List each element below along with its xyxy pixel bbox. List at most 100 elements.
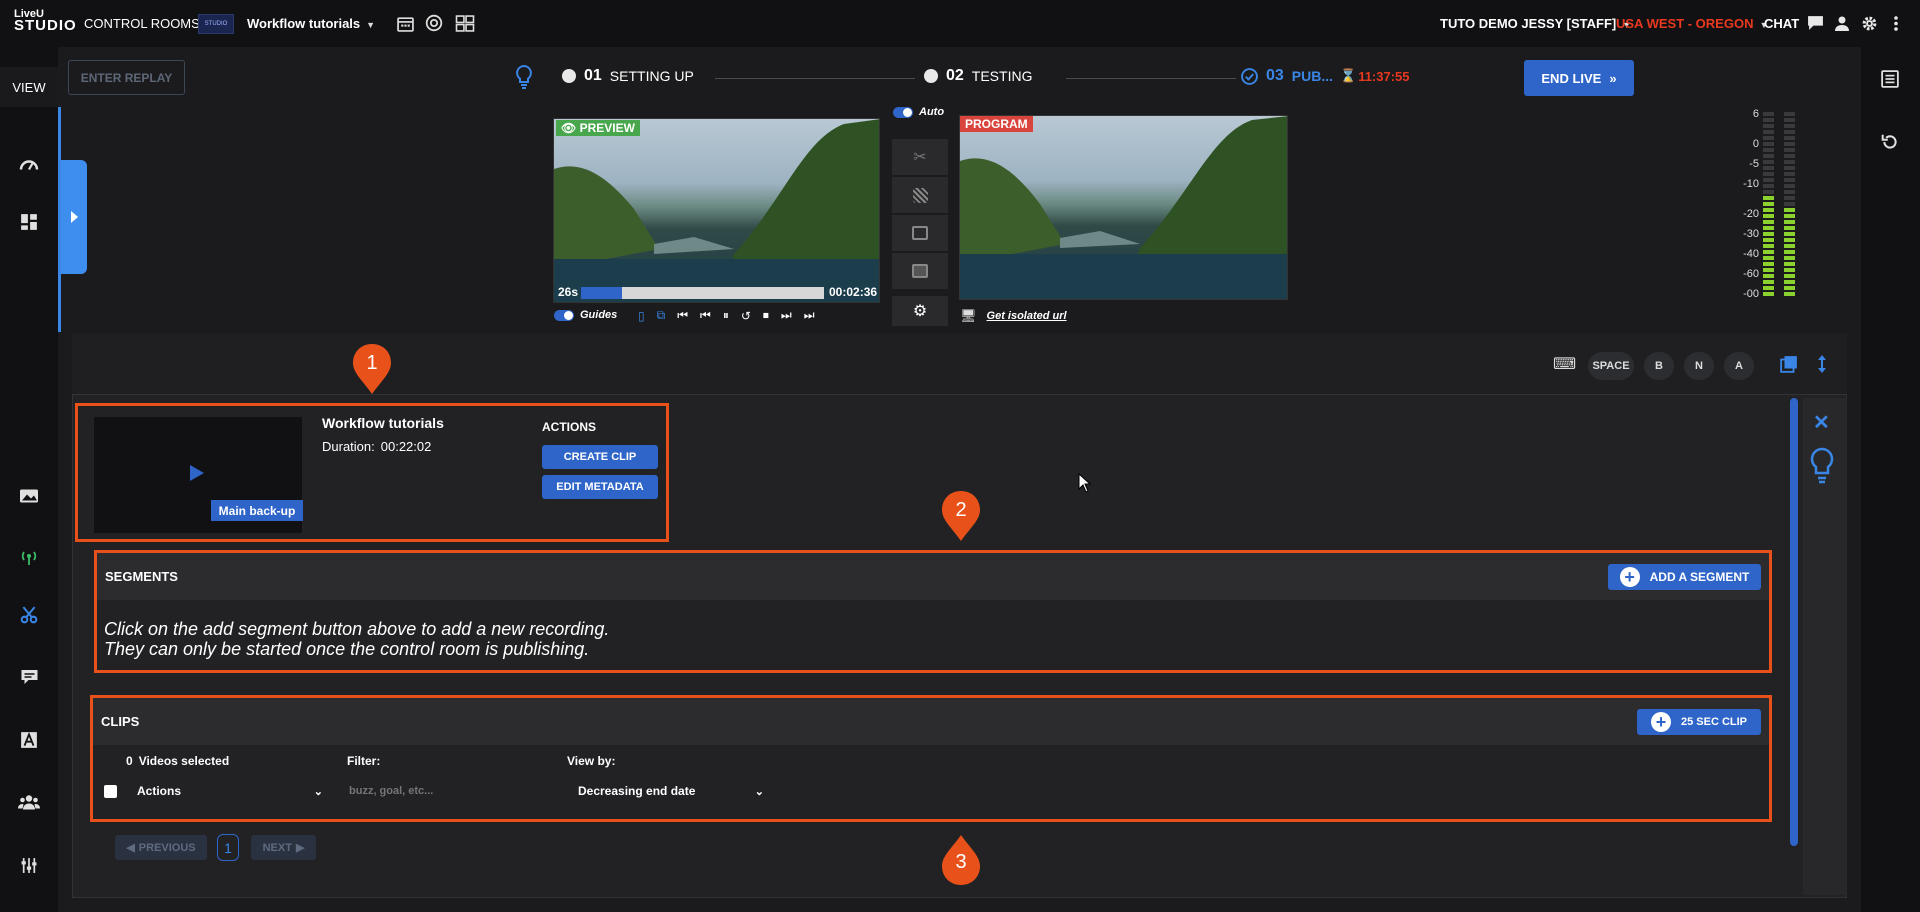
meter-segment [1763,118,1774,122]
select-all-checkbox[interactable] [104,785,117,798]
gear-icon[interactable] [1858,12,1880,34]
actions-title: ACTIONS [542,420,596,434]
auto-toggle[interactable]: Auto [893,106,944,118]
previous-page-button[interactable]: ◀ PREVIOUS [115,835,207,860]
mouse-cursor-icon [1078,472,1092,493]
pause-icon[interactable]: ⏸ [723,308,729,323]
vertical-scrollbar[interactable] [1790,398,1798,846]
meter-segment [1763,220,1774,224]
landscape-frame [960,116,1287,299]
lightbulb-icon[interactable] [1810,447,1834,485]
sliders-icon[interactable] [16,852,42,878]
meter-segment [1763,154,1774,158]
dashboard-icon[interactable] [16,209,42,235]
page-number[interactable]: 1 [217,834,239,861]
annotation-marker-1: 1 [352,343,392,395]
play-icon[interactable] [190,465,204,481]
meter-scale-label: -60 [1743,268,1759,280]
copy-layers-icon[interactable]: ⧉ [657,308,666,323]
room-selector[interactable]: Workflow tutorials ▼ [247,16,375,31]
user-icon[interactable] [1831,12,1853,34]
preview-video[interactable]: 👁 PREVIEW 26s 00:02:36 [553,118,880,303]
keyboard-icon[interactable]: ⌨ [1553,354,1576,373]
layout-icon[interactable] [454,12,476,34]
control-rooms-link[interactable]: CONTROL ROOMS [84,16,200,31]
vertical-dots-icon[interactable] [1885,12,1907,34]
chevron-left-icon: ◀ [126,842,135,854]
skip-to-start-icon[interactable]: ⏮ [677,308,688,323]
close-icon[interactable]: ✕ [1813,410,1830,435]
actions-dropdown[interactable]: Actions ⌄ [137,781,323,801]
audio-meter-scale: 6 0 -5 -10 -20 -30 -40 -60 -00 [1733,108,1759,300]
lightbulb-icon[interactable] [514,64,536,92]
25-sec-clip-button[interactable]: + 25 SEC CLIP [1637,709,1761,735]
fade-transition-button[interactable] [892,177,948,213]
filter-input[interactable] [347,781,537,801]
stinger-transition-button[interactable] [892,253,948,289]
end-live-button[interactable]: END LIVE» [1524,60,1634,96]
stop-icon[interactable]: ⏹ [763,308,769,323]
shortcut-key-space[interactable]: SPACE [1588,352,1634,380]
previous-frame-icon[interactable]: ⏮ [700,308,711,323]
copy-icon[interactable] [1780,355,1798,373]
media-thumbnail[interactable]: Main back-up [94,417,303,533]
next-frame-icon[interactable]: ⏭ [781,308,792,323]
text-graphics-icon[interactable] [16,727,42,753]
step-publishing[interactable]: 03 PUB... [1241,67,1333,85]
undo-icon[interactable] [1881,133,1901,153]
isolated-url-link[interactable]: Get isolated url [987,310,1067,322]
view-tab[interactable]: VIEW [0,67,58,107]
users-group-icon[interactable] [16,788,42,814]
replay-icon[interactable]: ↺ [741,309,751,323]
meter-segment [1784,196,1795,200]
scissors-icon[interactable] [16,602,42,628]
calendar-icon[interactable] [394,12,416,34]
chat-link[interactable]: CHAT [1764,16,1799,31]
preview-progress-bar[interactable] [581,287,824,299]
broadcast-icon[interactable] [16,544,42,570]
wipe-icon [912,226,928,240]
region-selector[interactable]: USA WEST - OREGON ▼ [1616,16,1768,31]
meter-segment [1763,160,1774,164]
shortcut-key-n[interactable]: N [1684,352,1714,380]
lifebuoy-icon[interactable] [423,12,445,34]
panel-toggle-icon[interactable] [1881,70,1901,90]
enter-replay-button[interactable]: ENTER REPLAY [68,60,185,95]
meter-segment [1784,160,1795,164]
create-clip-button[interactable]: CREATE CLIP [542,445,658,469]
step-setting-up[interactable]: 01 SETTING UP [562,67,694,85]
subtitle-icon[interactable] [16,664,42,690]
wipe-transition-button[interactable] [892,215,948,251]
meter-segment [1784,124,1795,128]
chat-bubble-icon[interactable] [1804,12,1826,34]
expand-panel-tab[interactable] [61,160,87,274]
transition-settings-button[interactable]: ⚙ [892,296,948,326]
meter-scale-label: -30 [1743,228,1759,240]
liveu-studio-logo[interactable]: LiveU STUDIO [14,8,76,38]
shortcut-key-b[interactable]: B [1644,352,1674,380]
mobile-icon[interactable]: ▯ [638,309,645,323]
chevron-down-icon: ▼ [366,20,376,30]
meter-scale-label: -10 [1743,178,1759,190]
guides-toggle[interactable]: Guides [554,309,617,321]
resize-vertical-icon[interactable] [1816,354,1828,374]
elapsed-time: 26s [558,285,579,299]
media-duration: Duration: 00:22:02 [322,439,432,454]
user-menu[interactable]: TUTO DEMO JESSY [STAFF] ▼ [1440,16,1631,31]
edit-metadata-button[interactable]: EDIT METADATA [542,475,658,499]
skip-to-end-icon[interactable]: ⏭ [804,308,815,323]
meter-segment [1763,172,1774,176]
next-page-button[interactable]: NEXT ▶ [251,835,316,860]
meter-segment [1784,286,1795,290]
step-testing[interactable]: 02 TESTING [924,67,1032,85]
viewby-dropdown[interactable]: Decreasing end date ⌄ [578,781,764,801]
cut-transition-button[interactable]: ✂ [892,139,948,175]
add-segment-button[interactable]: + ADD A SEGMENT [1608,564,1761,590]
preview-tag: 👁 PREVIEW [556,120,640,136]
shortcut-key-a[interactable]: A [1724,352,1754,380]
meter-segment [1763,280,1774,284]
media-icon[interactable] [16,482,42,508]
source-badge: Main back-up [211,500,303,521]
program-video[interactable]: PROGRAM [959,115,1288,300]
speedometer-icon[interactable] [16,150,42,176]
